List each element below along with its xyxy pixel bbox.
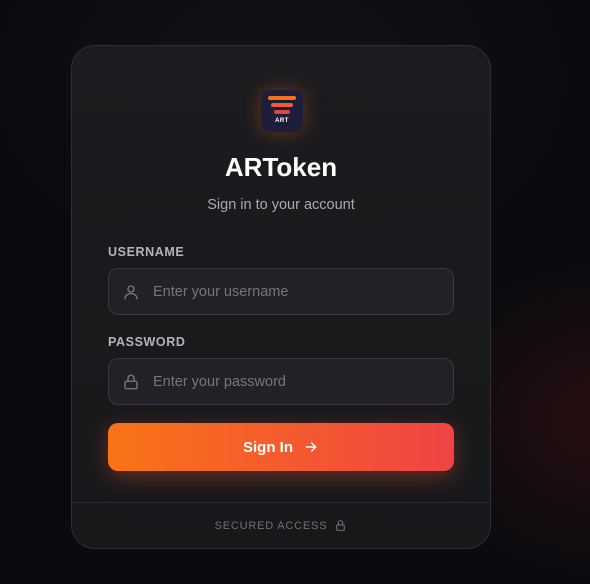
- secured-access-text: SECURED ACCESS: [214, 519, 328, 532]
- lock-icon: [124, 374, 138, 390]
- password-label: PASSWORD: [108, 335, 186, 349]
- arrow-right-icon: [305, 442, 317, 452]
- logo-text: ART: [275, 118, 289, 124]
- username-field[interactable]: [108, 268, 454, 315]
- username-input[interactable]: [153, 269, 443, 314]
- password-input[interactable]: [153, 359, 443, 404]
- login-card: ART ARToken Sign in to your account USER…: [71, 45, 491, 549]
- sign-in-button[interactable]: Sign In: [108, 423, 454, 471]
- user-icon: [124, 285, 138, 300]
- card-footer: SECURED ACCESS: [72, 502, 490, 548]
- lock-icon: [336, 520, 346, 531]
- username-label: USERNAME: [108, 245, 185, 259]
- sign-in-label: Sign In: [243, 438, 293, 456]
- app-logo: ART: [261, 90, 303, 132]
- logo-bar-top: [268, 96, 296, 100]
- logo-bar-bottom: [274, 110, 290, 114]
- app-title: ARToken: [224, 152, 338, 182]
- logo-bar-middle: [271, 103, 293, 107]
- password-field[interactable]: [108, 358, 454, 405]
- login-subtitle: Sign in to your account: [207, 197, 355, 213]
